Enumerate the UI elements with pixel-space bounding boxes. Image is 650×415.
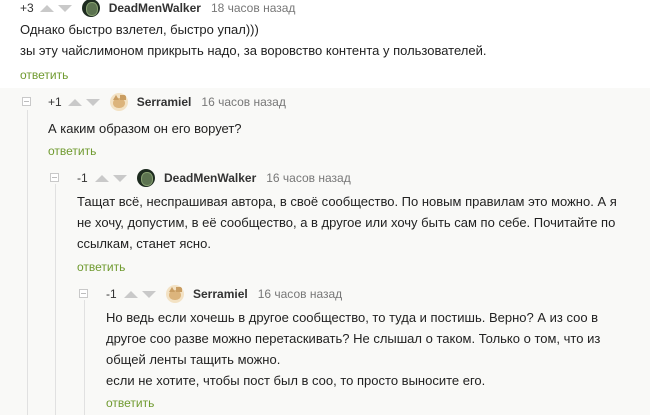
comment-body: Тащат всё, неспрашивая автора, в своё со… [77, 191, 617, 254]
comment-timestamp[interactable]: 16 часов назад [258, 287, 342, 301]
thread-rail-3 [84, 300, 85, 415]
thread-rail-2 [55, 184, 56, 415]
thread-rail-1 [27, 110, 28, 415]
comment-username[interactable]: Serramiel [137, 95, 192, 109]
comment-line: общей ленты тащить можно. [106, 352, 281, 367]
downvote-icon[interactable] [57, 4, 72, 12]
comment-line: Но ведь если хочешь в другое сообщество,… [106, 310, 599, 325]
comment-line: если не хотите, чтобы пост был в соо, то… [106, 373, 486, 388]
comment-username[interactable]: DeadMenWalker [164, 171, 256, 185]
comment-timestamp[interactable]: 16 часов назад [201, 95, 285, 109]
upvote-icon[interactable] [95, 174, 109, 182]
reply-link[interactable]: ответить [48, 144, 96, 158]
downvote-icon[interactable] [113, 174, 127, 182]
upvote-icon[interactable] [124, 290, 138, 298]
comment-rating: -1 [77, 171, 88, 185]
comment-line: другое соо разве можно перетаскивать? Не… [106, 331, 601, 346]
avatar[interactable] [137, 169, 155, 187]
comment-header: +3 DeadMenWalker 18 часов назад [20, 0, 295, 17]
comment-header: +1 Serramiel 16 часов назад [48, 93, 286, 111]
comment-body: Но ведь если хочешь в другое сообщество,… [106, 307, 600, 391]
comment-line: не хочу, допустим, в её сообщество, а в … [77, 215, 616, 230]
upvote-icon[interactable] [67, 98, 82, 106]
comment-body: А каким образом он его ворует? [48, 118, 242, 139]
avatar[interactable] [81, 0, 100, 17]
avatar[interactable] [166, 285, 184, 303]
comment-line: Тащат всё, неспрашивая автора, в своё со… [77, 194, 617, 209]
comment-header: -1 Serramiel 16 часов назад [106, 285, 342, 303]
collapse-thread-button[interactable] [79, 289, 88, 298]
reply-link[interactable]: ответить [106, 396, 154, 410]
avatar[interactable] [109, 93, 128, 111]
comment-line: А каким образом он его ворует? [48, 121, 242, 136]
comment-line: ссылкам, станет ясно. [77, 236, 211, 251]
downvote-icon[interactable] [85, 98, 100, 106]
comment-body: Однако быстро взлетел, быстро упал))) зы… [20, 19, 486, 61]
comment-username[interactable]: Serramiel [193, 287, 248, 301]
upvote-icon[interactable] [39, 4, 54, 12]
comment-header: -1 DeadMenWalker 16 часов назад [77, 169, 351, 187]
collapse-thread-button[interactable] [22, 97, 31, 106]
comment-timestamp[interactable]: 18 часов назад [211, 1, 295, 15]
comment-timestamp[interactable]: 16 часов назад [266, 171, 350, 185]
downvote-icon[interactable] [142, 290, 156, 298]
comment-rating: +3 [20, 1, 34, 15]
collapse-thread-button[interactable] [50, 173, 59, 182]
comment-line: Однако быстро взлетел, быстро упал))) [20, 22, 259, 37]
reply-link[interactable]: ответить [77, 260, 125, 274]
reply-link[interactable]: ответить [20, 68, 68, 82]
comment-username[interactable]: DeadMenWalker [109, 1, 201, 15]
comment-rating: -1 [106, 287, 117, 301]
comment-rating: +1 [48, 95, 62, 109]
comment-line: зы эту чайслимоном прикрыть надо, за вор… [20, 43, 487, 58]
